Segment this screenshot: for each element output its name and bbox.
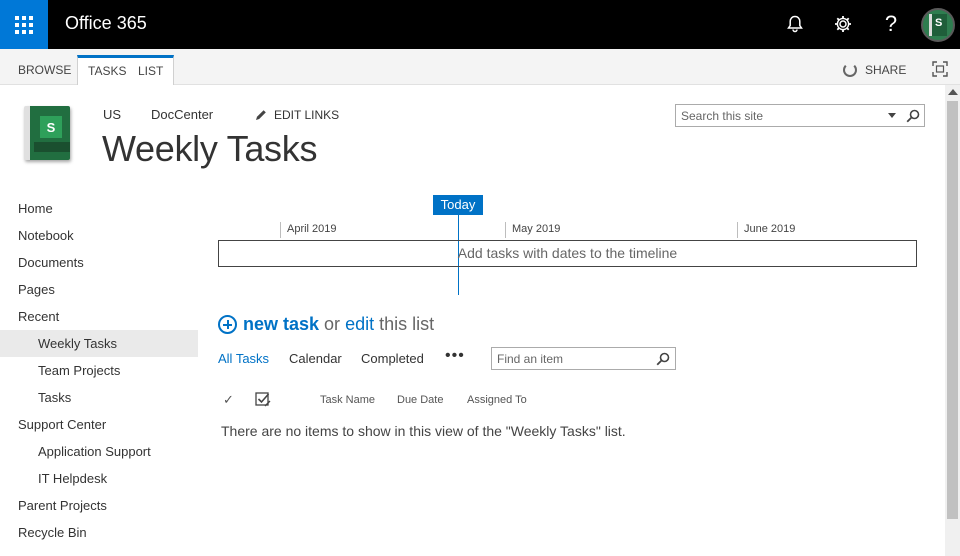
new-task-link[interactable]: new task xyxy=(243,314,319,335)
share-label: SHARE xyxy=(865,63,907,77)
find-item-input[interactable] xyxy=(492,348,647,369)
this-list-text: this list xyxy=(379,314,435,334)
timeline-month-june: June 2019 xyxy=(737,222,795,238)
timeline-bar[interactable]: Add tasks with dates to the timeline xyxy=(218,240,917,267)
empty-list-message: There are no items to show in this view … xyxy=(221,423,626,439)
edit-links-button[interactable]: EDIT LINKS xyxy=(255,108,339,122)
bell-icon[interactable] xyxy=(783,12,807,36)
nav-item-recent[interactable]: Recent xyxy=(0,303,198,330)
timeline-month-may: May 2019 xyxy=(505,222,560,238)
topnav-us[interactable]: US xyxy=(103,107,121,122)
site-search-input[interactable] xyxy=(676,105,876,126)
nav-item-it-helpdesk[interactable]: IT Helpdesk xyxy=(0,465,198,492)
nav-item-documents[interactable]: Documents xyxy=(0,249,198,276)
suite-title[interactable]: Office 365 xyxy=(65,13,147,34)
nav-item-recycle-bin[interactable]: Recycle Bin xyxy=(0,519,198,546)
search-scope-dropdown-icon[interactable] xyxy=(888,113,896,118)
nav-item-tasks[interactable]: Tasks xyxy=(0,384,198,411)
nav-item-parent-projects[interactable]: Parent Projects xyxy=(0,492,198,519)
waffle-icon[interactable] xyxy=(0,0,48,49)
column-header-task-name[interactable]: Task Name xyxy=(320,394,375,406)
new-task-row: new task or edit this list xyxy=(218,314,434,335)
nav-item-support-center[interactable]: Support Center xyxy=(0,411,198,438)
view-calendar[interactable]: Calendar xyxy=(289,351,342,366)
or-text: or xyxy=(324,314,341,334)
view-completed[interactable]: Completed xyxy=(361,351,424,366)
find-item-box xyxy=(491,347,676,370)
search-icon[interactable] xyxy=(906,109,920,123)
nav-item-team-projects[interactable]: Team Projects xyxy=(0,357,198,384)
tab-browse[interactable]: BROWSE xyxy=(8,55,81,85)
nav-item-notebook[interactable]: Notebook xyxy=(0,222,198,249)
more-views-button[interactable]: ••• xyxy=(445,347,465,365)
add-icon[interactable] xyxy=(218,315,237,334)
share-button[interactable]: SHARE xyxy=(843,63,906,77)
column-header-assigned-to[interactable]: Assigned To xyxy=(467,394,527,406)
nav-item-application-support[interactable]: Application Support xyxy=(0,438,198,465)
vertical-scrollbar[interactable] xyxy=(945,85,960,556)
column-header-due-date[interactable]: Due Date xyxy=(397,394,443,406)
search-icon[interactable] xyxy=(656,352,670,366)
nav-item-weekly-tasks[interactable]: Weekly Tasks xyxy=(0,330,198,357)
timeline-month-april: April 2019 xyxy=(280,222,337,238)
scroll-thumb[interactable] xyxy=(947,101,958,519)
suite-bar: Office 365 ? xyxy=(0,0,960,49)
avatar[interactable] xyxy=(921,8,955,42)
help-icon[interactable]: ? xyxy=(879,12,903,36)
select-all-checkmark-icon[interactable]: ✓ xyxy=(223,392,234,408)
edit-links-label: EDIT LINKS xyxy=(274,108,340,122)
view-all-tasks[interactable]: All Tasks xyxy=(218,351,269,366)
edit-list-link[interactable]: edit xyxy=(345,314,374,335)
nav-item-home[interactable]: Home xyxy=(0,195,198,222)
share-icon xyxy=(843,63,857,77)
tab-list[interactable]: LIST xyxy=(128,55,175,85)
nav-item-pages[interactable]: Pages xyxy=(0,276,198,303)
scroll-up-icon[interactable] xyxy=(948,89,958,95)
ribbon: BROWSE TASKS LIST SHARE xyxy=(0,49,960,85)
page-title: Weekly Tasks xyxy=(102,128,318,169)
topnav-doccenter[interactable]: DocCenter xyxy=(151,107,213,122)
timeline-today-marker: Today xyxy=(433,195,483,215)
site-logo[interactable]: S xyxy=(20,104,76,162)
focus-mode-icon[interactable] xyxy=(932,61,948,77)
site-search-box xyxy=(675,104,925,127)
pencil-icon xyxy=(256,110,266,120)
gear-icon[interactable] xyxy=(831,12,855,36)
completed-checkbox-icon[interactable] xyxy=(255,391,271,407)
